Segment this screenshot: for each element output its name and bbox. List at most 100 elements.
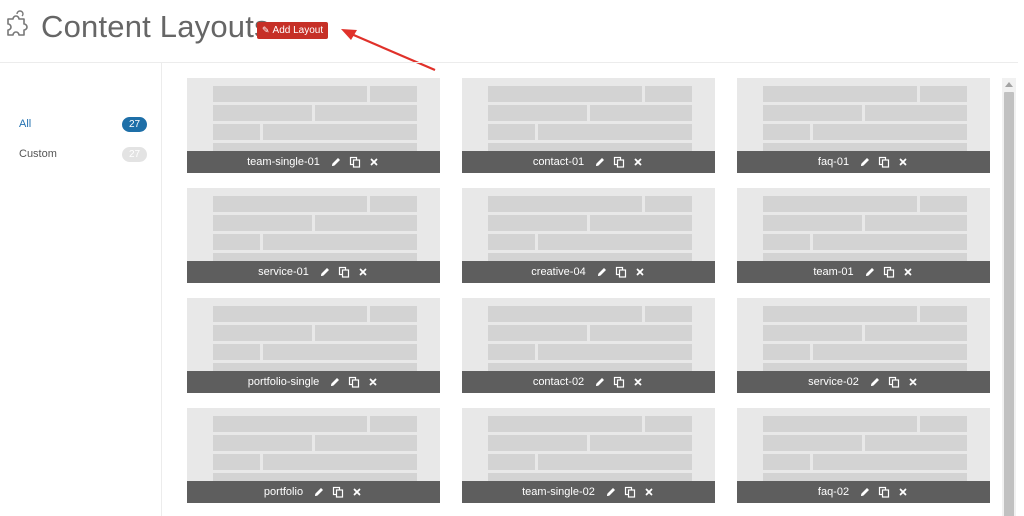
layout-card-bar: portfolio-single [187, 371, 440, 393]
edit-icon[interactable] [605, 486, 617, 498]
delete-icon[interactable] [367, 376, 379, 388]
layout-preview-block [865, 105, 967, 121]
layout-preview-block [488, 86, 642, 102]
layout-card[interactable]: portfolio-single [187, 298, 440, 393]
layout-preview-block [263, 454, 417, 470]
layout-preview-block [865, 215, 967, 231]
duplicate-icon[interactable] [888, 376, 900, 388]
duplicate-icon[interactable] [613, 156, 625, 168]
edit-icon[interactable] [319, 266, 331, 278]
delete-icon[interactable] [634, 266, 646, 278]
layout-card[interactable]: contact-02 [462, 298, 715, 393]
duplicate-icon[interactable] [883, 266, 895, 278]
layout-card[interactable]: faq-01 [737, 78, 990, 173]
duplicate-icon[interactable] [878, 486, 890, 498]
delete-icon[interactable] [902, 266, 914, 278]
layout-preview-block [213, 215, 312, 231]
delete-icon[interactable] [632, 376, 644, 388]
add-layout-button[interactable]: ✎ Add Layout [257, 22, 329, 39]
delete-icon[interactable] [357, 266, 369, 278]
filter-custom[interactable]: Custom 27 [19, 146, 147, 162]
layout-name: creative-04 [531, 266, 586, 278]
layout-preview-block [763, 473, 967, 481]
duplicate-icon[interactable] [878, 156, 890, 168]
layout-card[interactable]: service-01 [187, 188, 440, 283]
edit-icon[interactable] [859, 156, 871, 168]
duplicate-icon[interactable] [338, 266, 350, 278]
puzzle-icon [7, 10, 28, 36]
delete-icon[interactable] [632, 156, 644, 168]
layout-card-bar: team-single-02 [462, 481, 715, 503]
layout-preview-block [488, 325, 587, 341]
edit-icon[interactable] [594, 156, 606, 168]
delete-icon[interactable] [897, 156, 909, 168]
layout-card-bar: contact-02 [462, 371, 715, 393]
layout-preview-block [813, 124, 967, 140]
layout-card[interactable]: portfolio [187, 408, 440, 503]
layout-preview-block [590, 325, 692, 341]
edit-icon[interactable] [596, 266, 608, 278]
layout-card[interactable]: team-01 [737, 188, 990, 283]
layout-preview-block [213, 473, 417, 481]
edit-icon[interactable] [869, 376, 881, 388]
layout-card[interactable]: faq-02 [737, 408, 990, 503]
layout-preview-block [488, 306, 642, 322]
page-title: Content Layouts [41, 9, 270, 44]
delete-icon[interactable] [643, 486, 655, 498]
layout-preview-block [213, 435, 312, 451]
layout-preview-block [315, 215, 417, 231]
layout-card[interactable]: contact-01 [462, 78, 715, 173]
scroll-thumb[interactable] [1004, 92, 1014, 516]
layout-preview-block [315, 325, 417, 341]
layout-card[interactable]: team-single-02 [462, 408, 715, 503]
layout-preview-block [813, 234, 967, 250]
layout-preview-block [645, 306, 692, 322]
layout-preview-block [763, 234, 810, 250]
duplicate-icon[interactable] [613, 376, 625, 388]
edit-icon[interactable] [864, 266, 876, 278]
layout-preview-block [213, 234, 260, 250]
add-layout-label: Add Layout [272, 25, 324, 36]
layout-preview-block [315, 105, 417, 121]
filter-all-count: 27 [122, 116, 147, 132]
edit-icon[interactable] [859, 486, 871, 498]
layout-preview-block [370, 416, 417, 432]
layout-card[interactable]: service-02 [737, 298, 990, 393]
edit-icon[interactable] [313, 486, 325, 498]
layout-card[interactable]: creative-04 [462, 188, 715, 283]
delete-icon[interactable] [368, 156, 380, 168]
layout-preview-block [920, 306, 967, 322]
layout-preview-block [488, 416, 642, 432]
layout-preview-block [213, 105, 312, 121]
duplicate-icon[interactable] [348, 376, 360, 388]
layout-preview-block [488, 473, 692, 481]
layout-preview-block [645, 86, 692, 102]
layout-card-bar: portfolio [187, 481, 440, 503]
duplicate-icon[interactable] [332, 486, 344, 498]
filter-all[interactable]: All 27 [19, 116, 147, 132]
layout-preview-block [488, 105, 587, 121]
edit-icon[interactable] [330, 156, 342, 168]
layout-preview-block [488, 454, 535, 470]
delete-icon[interactable] [351, 486, 363, 498]
scroll-up-arrow[interactable] [1005, 82, 1013, 87]
pencil-icon: ✎ [262, 25, 270, 35]
layout-preview-block [213, 124, 260, 140]
delete-icon[interactable] [897, 486, 909, 498]
duplicate-icon[interactable] [615, 266, 627, 278]
layout-name: service-02 [808, 376, 859, 388]
annotation-arrow [341, 29, 436, 72]
layout-preview-block [213, 86, 367, 102]
edit-icon[interactable] [329, 376, 341, 388]
layout-preview-block [920, 196, 967, 212]
layout-preview-block [763, 196, 917, 212]
layout-name: contact-02 [532, 376, 585, 388]
delete-icon[interactable] [907, 376, 919, 388]
layout-preview-block [645, 416, 692, 432]
scrollbar[interactable] [1002, 78, 1016, 516]
layout-card[interactable]: team-single-01 [187, 78, 440, 173]
duplicate-icon[interactable] [624, 486, 636, 498]
edit-icon[interactable] [594, 376, 606, 388]
duplicate-icon[interactable] [349, 156, 361, 168]
layout-preview-block [590, 435, 692, 451]
